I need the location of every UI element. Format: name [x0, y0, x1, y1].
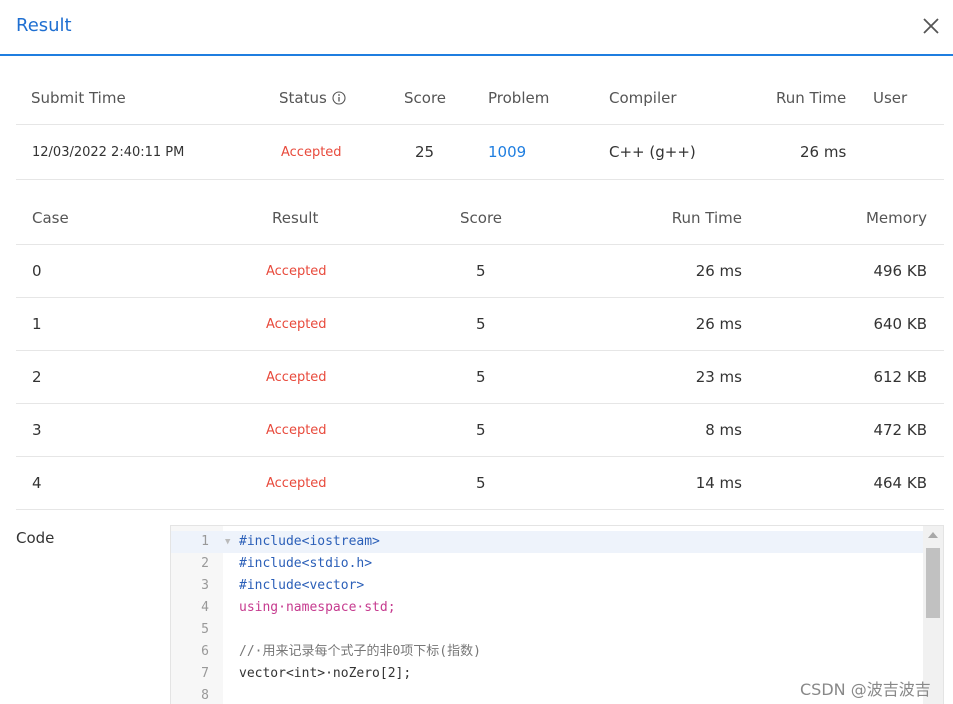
code-line-text: #include<vector> [239, 578, 365, 593]
case-result: Accepted [266, 263, 327, 279]
line-number: 5 [201, 622, 209, 637]
code-line[interactable]: 5 [171, 619, 923, 641]
case-memory: 640 KB [873, 315, 927, 333]
case-result: Accepted [266, 475, 327, 491]
code-line-text: //·用来记录每个式子的非0项下标(指数) [239, 644, 481, 659]
code-line[interactable]: 2 #include<stdio.h> [171, 553, 923, 575]
header-status-label: Status [279, 89, 327, 107]
case-id: 2 [32, 368, 42, 386]
line-number: 1 [201, 534, 209, 549]
header-status: Status [279, 72, 346, 124]
code-label: Code [16, 529, 55, 547]
case-run-time: 26 ms [695, 262, 742, 280]
header-case-run-time: Run Time [671, 209, 742, 227]
code-line[interactable]: 6 //·用来记录每个式子的非0项下标(指数) [171, 641, 923, 663]
header-compiler: Compiler [609, 89, 677, 107]
scrollbar-thumb[interactable] [926, 548, 940, 618]
submit-time-value: 12/03/2022 2:40:11 PM [32, 144, 185, 160]
info-icon[interactable] [332, 91, 346, 105]
code-line[interactable]: 1 ▼ #include<iostream> [171, 531, 923, 553]
case-id: 1 [32, 315, 42, 333]
line-number: 2 [201, 556, 209, 571]
cases-table-header: Case Result Score Run Time Memory [16, 192, 944, 245]
line-number: 7 [201, 666, 209, 681]
fold-arrow-icon[interactable]: ▼ [225, 531, 230, 553]
case-score: 5 [476, 474, 486, 492]
case-run-time: 23 ms [695, 368, 742, 386]
close-icon[interactable] [919, 14, 943, 38]
case-id: 0 [32, 262, 42, 280]
line-number: 4 [201, 600, 209, 615]
header-case: Case [32, 209, 69, 227]
header-memory: Memory [865, 209, 927, 227]
case-memory: 464 KB [873, 474, 927, 492]
score-value: 25 [415, 143, 435, 161]
case-score: 5 [476, 368, 486, 386]
run-time-value: 26 ms [800, 143, 847, 161]
case-result: Accepted [266, 369, 327, 385]
table-row: 4 Accepted 5 14 ms 464 KB [16, 457, 944, 510]
header-submit-time: Submit Time [31, 89, 126, 107]
table-row: 1 Accepted 5 26 ms 640 KB [16, 298, 944, 351]
case-run-time: 26 ms [695, 315, 742, 333]
case-id: 3 [32, 421, 42, 439]
header-score: Score [404, 89, 447, 107]
code-line-text: vector<int>·noZero[2]; [239, 666, 412, 681]
compiler-value: C++ (g++) [609, 143, 696, 161]
code-line-text: #include<stdio.h> [239, 556, 373, 571]
case-score: 5 [476, 315, 486, 333]
line-number: 6 [201, 644, 209, 659]
case-result: Accepted [266, 316, 327, 332]
case-memory: 472 KB [873, 421, 927, 439]
header-case-score: Score [460, 209, 503, 227]
code-line-text: using·namespace·std; [239, 600, 396, 615]
table-row: 3 Accepted 5 8 ms 472 KB [16, 404, 944, 457]
case-id: 4 [32, 474, 42, 492]
code-line-text: #include<iostream> [239, 534, 380, 549]
header-run-time: Run Time [776, 89, 847, 107]
line-number: 8 [201, 688, 209, 703]
case-score: 5 [476, 262, 486, 280]
dialog-title: Result [16, 15, 72, 36]
table-row: 2 Accepted 5 23 ms 612 KB [16, 351, 944, 404]
table-row: 0 Accepted 5 26 ms 496 KB [16, 245, 944, 298]
case-memory: 496 KB [873, 262, 927, 280]
code-line[interactable]: 3 #include<vector> [171, 575, 923, 597]
header-problem: Problem [488, 89, 550, 107]
case-result: Accepted [266, 422, 327, 438]
watermark: CSDN @波吉波吉 [800, 680, 931, 699]
submission-table-header: Submit Time Status Score Problem Compile… [16, 72, 944, 125]
case-run-time: 8 ms [705, 421, 742, 439]
case-run-time: 14 ms [695, 474, 742, 492]
header-user: User [873, 89, 908, 107]
problem-link[interactable]: 1009 [488, 125, 526, 179]
code-line[interactable]: 4 using·namespace·std; [171, 597, 923, 619]
case-memory: 612 KB [873, 368, 927, 386]
dialog-header: Result [0, 0, 953, 56]
header-result: Result [272, 209, 319, 227]
scroll-up-icon[interactable] [928, 532, 938, 538]
status-badge: Accepted [281, 144, 342, 160]
submission-row: 12/03/2022 2:40:11 PM Accepted 25 1009 C… [16, 125, 944, 180]
line-number: 3 [201, 578, 209, 593]
case-score: 5 [476, 421, 486, 439]
